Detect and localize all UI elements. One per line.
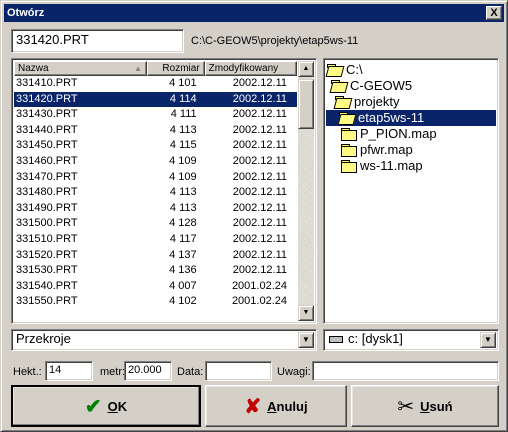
checkmark-icon: ✔ xyxy=(84,395,102,418)
open-folder-icon xyxy=(335,96,351,108)
file-row[interactable]: 331550.PRT 4 102 2001.02.24 xyxy=(14,294,297,310)
drive-icon xyxy=(329,336,343,343)
metr-input[interactable]: 20.000 xyxy=(124,361,172,381)
column-header-name[interactable]: Nazwa ▲ xyxy=(14,61,148,76)
tree-item-c-geow5[interactable]: C-GEOW5 xyxy=(331,78,412,94)
data-input[interactable] xyxy=(205,361,272,381)
scrollbar-thumb[interactable] xyxy=(298,79,314,129)
folder-tree[interactable]: C:\ C-GEOW5 projekty etap5ws-11 P_PION.m… xyxy=(323,58,499,324)
metr-label: metr: xyxy=(100,366,126,378)
current-path-label: C:\C-GEOW5\projekty\etap5ws-11 xyxy=(191,35,359,47)
ok-button[interactable]: ✔ OK xyxy=(11,385,201,427)
filename-input[interactable]: 331420.PRT xyxy=(11,29,184,53)
uwagi-label: Uwagi: xyxy=(277,366,311,378)
tree-item-p-pion-map[interactable]: P_PION.map xyxy=(341,126,437,142)
file-row[interactable]: 331480.PRT 4 113 2002.12.11 xyxy=(14,185,297,201)
file-row[interactable]: 331510.PRT 4 117 2002.12.11 xyxy=(14,232,297,248)
cross-icon: ✘ xyxy=(244,395,262,418)
scroll-up-arrow-icon[interactable]: ▲ xyxy=(298,61,314,77)
cancel-button[interactable]: ✘ Anuluj xyxy=(205,385,347,427)
uwagi-input[interactable] xyxy=(312,361,499,381)
column-header-size[interactable]: Rozmiar xyxy=(147,61,205,76)
file-list-scrollbar[interactable]: ▲ ▼ xyxy=(298,61,314,321)
data-label: Data: xyxy=(177,366,204,378)
delete-button[interactable]: ✂ Usuń xyxy=(351,385,499,427)
tree-item-projekty[interactable]: projekty xyxy=(335,94,400,110)
file-type-select[interactable]: Przekroje ▼ xyxy=(11,329,317,351)
file-row[interactable]: 331460.PRT 4 109 2002.12.11 xyxy=(14,154,297,170)
sort-ascending-icon: ▲ xyxy=(134,64,143,73)
scissors-icon: ✂ xyxy=(397,395,415,418)
tree-item-root[interactable]: C:\ xyxy=(327,62,363,78)
file-row[interactable]: 331530.PRT 4 136 2002.12.11 xyxy=(14,263,297,279)
folder-icon xyxy=(341,128,357,141)
open-dialog: Otwórz X 331420.PRT C:\C-GEOW5\projekty\… xyxy=(0,0,508,432)
file-row[interactable]: 331430.PRT 4 111 2002.12.11 xyxy=(14,107,297,123)
title-bar: Otwórz X xyxy=(4,4,504,22)
file-row[interactable]: 331540.PRT 4 007 2001.02.24 xyxy=(14,279,297,295)
hekt-input[interactable]: 14 xyxy=(45,361,93,381)
open-folder-icon xyxy=(339,112,355,124)
file-row[interactable]: 331500.PRT 4 128 2002.12.11 xyxy=(14,216,297,232)
drive-select[interactable]: c: [dysk1] ▼ xyxy=(323,329,499,351)
tree-item-etap5ws-11[interactable]: etap5ws-11 xyxy=(326,110,496,126)
file-list[interactable]: Nazwa ▲ Rozmiar Zmodyfikowany 331410.PRT… xyxy=(11,58,317,324)
dialog-title: Otwórz xyxy=(7,7,45,19)
file-row[interactable]: 331470.PRT 4 109 2002.12.11 xyxy=(14,170,297,186)
chevron-down-icon[interactable]: ▼ xyxy=(480,332,496,348)
column-header-modified[interactable]: Zmodyfikowany xyxy=(204,61,297,76)
open-folder-icon xyxy=(327,64,343,76)
tree-item-pfwr-map[interactable]: pfwr.map xyxy=(341,142,413,158)
file-row[interactable]: 331520.PRT 4 137 2002.12.11 xyxy=(14,248,297,264)
file-rows: 331410.PRT 4 101 2002.12.11 331420.PRT 4 11… xyxy=(14,76,297,310)
file-row[interactable]: 331440.PRT 4 113 2002.12.11 xyxy=(14,123,297,139)
close-button[interactable]: X xyxy=(486,6,502,20)
file-row[interactable]: 331410.PRT 4 101 2002.12.11 xyxy=(14,76,297,92)
folder-icon xyxy=(341,160,357,173)
folder-icon xyxy=(341,144,357,157)
scroll-down-arrow-icon[interactable]: ▼ xyxy=(298,305,314,321)
chevron-down-icon[interactable]: ▼ xyxy=(298,332,314,348)
file-row-selected[interactable]: 331420.PRT 4 114 2002.12.11 xyxy=(14,91,297,108)
open-folder-icon xyxy=(331,80,347,92)
hekt-label: Hekt.: xyxy=(13,366,42,378)
file-row[interactable]: 331450.PRT 4 115 2002.12.11 xyxy=(14,138,297,154)
tree-item-ws-11-map[interactable]: ws-11.map xyxy=(341,158,423,174)
file-row[interactable]: 331490.PRT 4 113 2002.12.11 xyxy=(14,201,297,217)
file-list-header: Nazwa ▲ Rozmiar Zmodyfikowany xyxy=(14,61,297,76)
